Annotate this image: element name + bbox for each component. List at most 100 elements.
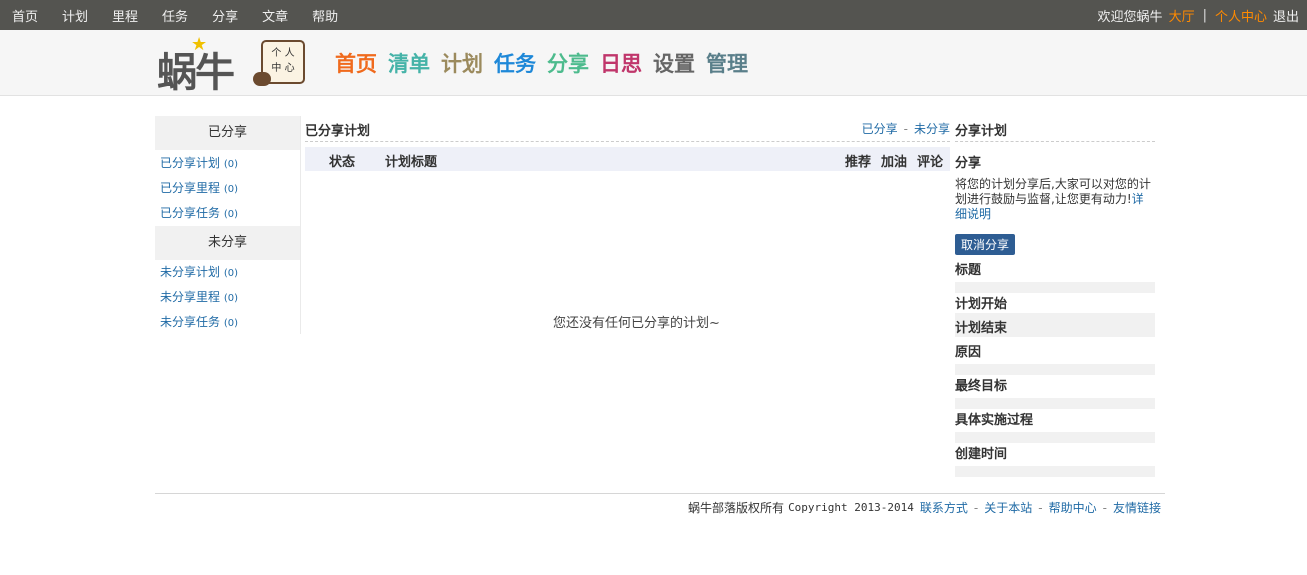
field-label: 计划结束 xyxy=(955,321,1008,336)
filter-unshared-link[interactable]: 未分享 xyxy=(914,122,950,136)
sidebar-item-unshared-plans[interactable]: 未分享计划 (0) xyxy=(155,260,300,285)
share-description: 将您的计划分享后,大家可以对您的计划进行鼓励与监督,让您更有动力!详细说明 xyxy=(955,177,1155,222)
column-status: 状态 xyxy=(329,155,356,170)
share-label: 分享 xyxy=(955,156,982,171)
share-sidebar: 已分享 已分享计划 (0) 已分享里程 (0) 已分享任务 (0) 未分享 未分… xyxy=(155,116,301,334)
top-nav-share[interactable]: 分享 xyxy=(200,6,250,25)
sidebar-item-label: 未分享计划 xyxy=(160,265,221,279)
panel-heading: 分享计划 xyxy=(955,116,1155,142)
shared-plans-panel: 已分享计划 已分享 - 未分享 状态 计划标题 推荐 加油 评论 您还没有任何已分享… xyxy=(305,116,950,338)
field-label: 创建时间 xyxy=(955,447,1008,462)
empty-state-message: 您还没有任何已分享的计划~ xyxy=(553,316,720,331)
filter-links: 已分享 - 未分享 xyxy=(862,120,950,137)
footer-separator: - xyxy=(1102,500,1107,515)
top-nav-task[interactable]: 任务 xyxy=(150,6,200,25)
top-nav-plan[interactable]: 计划 xyxy=(50,6,100,25)
top-nav-help[interactable]: 帮助 xyxy=(300,6,350,25)
footer-link-contact[interactable]: 联系方式 xyxy=(920,499,968,516)
field-value xyxy=(955,432,1155,443)
sidebar-item-label: 已分享里程 xyxy=(160,181,221,195)
field-created-time: 创建时间 xyxy=(955,443,1155,477)
footer-copyright: Copyright 2013-2014 xyxy=(788,501,914,514)
main-nav-list[interactable]: 清单 xyxy=(388,48,430,78)
personal-center-link[interactable]: 个人中心 xyxy=(1215,6,1267,25)
table-header: 状态 计划标题 推荐 加油 评论 xyxy=(305,147,950,171)
sidebar-item-count: (0) xyxy=(223,209,239,220)
field-title: 标题 xyxy=(955,259,1155,293)
sidebar-item-unshared-tasks[interactable]: 未分享任务 (0) xyxy=(155,310,300,335)
column-plan-title: 计划标题 xyxy=(385,155,438,170)
star-icon: ★ xyxy=(191,34,208,55)
main-nav-settings[interactable]: 设置 xyxy=(653,48,695,78)
main-nav-plan[interactable]: 计划 xyxy=(441,48,483,78)
main-nav-share[interactable]: 分享 xyxy=(547,48,589,78)
footer-separator: - xyxy=(1038,500,1043,515)
filter-separator: - xyxy=(903,122,908,136)
field-plan-end: 计划结束 xyxy=(955,313,1155,337)
field-label: 最终目标 xyxy=(955,379,1008,394)
field-label: 具体实施过程 xyxy=(955,413,1034,428)
welcome-text: 欢迎您蜗牛 xyxy=(1097,9,1163,25)
field-label: 原因 xyxy=(955,345,982,360)
footer-divider xyxy=(155,493,1165,494)
snail-icon xyxy=(253,72,271,86)
site-footer: 蜗牛部落版权所有 Copyright 2013-2014 联系方式 - 关于本站… xyxy=(688,499,1161,516)
top-bar: 首页 计划 里程 任务 分享 文章 帮助 欢迎您蜗牛 大厅 | 个人中心 退出 xyxy=(0,0,1307,30)
top-nav-home[interactable]: 首页 xyxy=(0,6,50,25)
field-value xyxy=(955,466,1155,477)
lobby-link[interactable]: 大厅 xyxy=(1169,6,1195,25)
footer-link-help[interactable]: 帮助中心 xyxy=(1049,499,1097,516)
top-nav: 首页 计划 里程 任务 分享 文章 帮助 xyxy=(0,0,350,30)
sidebar-item-count: (0) xyxy=(223,293,239,304)
sidebar-item-shared-plans[interactable]: 已分享计划 (0) xyxy=(155,151,300,176)
sidebar-item-label: 已分享任务 xyxy=(160,206,221,220)
site-logo[interactable]: 蜗牛 ★ 个 人 中 心 xyxy=(157,34,309,96)
field-final-goal: 最终目标 xyxy=(955,375,1155,409)
filter-shared-link[interactable]: 已分享 xyxy=(862,122,898,136)
sidebar-item-label: 已分享计划 xyxy=(160,156,221,170)
main-nav: 首页 清单 计划 任务 分享 日思 设置 管理 xyxy=(335,48,759,78)
field-value xyxy=(955,398,1155,409)
column-recommend: 推荐 xyxy=(845,155,872,170)
share-description-text: 将您的计划分享后,大家可以对您的计划进行鼓励与监督,让您更有动力! xyxy=(955,177,1151,206)
footer-link-about[interactable]: 关于本站 xyxy=(984,499,1032,516)
top-nav-milestone[interactable]: 里程 xyxy=(100,6,150,25)
main-nav-journal[interactable]: 日思 xyxy=(600,48,642,78)
field-implementation: 具体实施过程 xyxy=(955,409,1155,443)
separator: | xyxy=(1202,7,1207,23)
sidebar-item-count: (0) xyxy=(223,159,239,170)
sidebar-item-shared-tasks[interactable]: 已分享任务 (0) xyxy=(155,201,300,226)
field-value xyxy=(955,282,1155,293)
field-plan-start: 计划开始 xyxy=(955,293,1155,312)
column-cheer: 加油 xyxy=(881,155,908,170)
main-nav-task[interactable]: 任务 xyxy=(494,48,536,78)
field-value xyxy=(955,364,1155,375)
sidebar-item-count: (0) xyxy=(223,268,239,279)
share-detail-panel: 分享计划 分享 将您的计划分享后,大家可以对您的计划进行鼓励与监督,让您更有动力… xyxy=(955,116,1155,477)
logout-link[interactable]: 退出 xyxy=(1273,6,1299,25)
field-label: 计划开始 xyxy=(955,297,1008,312)
unshared-section-header: 未分享 xyxy=(155,226,300,260)
footer-link-friends[interactable]: 友情链接 xyxy=(1113,499,1161,516)
page-title: 已分享计划 xyxy=(305,124,371,139)
sidebar-item-label: 未分享里程 xyxy=(160,290,221,304)
main-nav-home[interactable]: 首页 xyxy=(335,48,377,78)
sidebar-item-count: (0) xyxy=(223,318,239,329)
site-header: 蜗牛 ★ 个 人 中 心 首页 清单 计划 任务 分享 日思 设置 管理 xyxy=(0,30,1307,96)
column-comment: 评论 xyxy=(917,155,944,170)
top-nav-article[interactable]: 文章 xyxy=(250,6,300,25)
sidebar-item-label: 未分享任务 xyxy=(160,315,221,329)
sidebar-item-unshared-milestones[interactable]: 未分享里程 (0) xyxy=(155,285,300,310)
logo-card-line1: 个 人 xyxy=(271,48,295,59)
user-menu: 欢迎您蜗牛 大厅 | 个人中心 退出 xyxy=(1098,0,1299,30)
field-label: 标题 xyxy=(955,263,982,278)
panel-title-bar: 已分享计划 已分享 - 未分享 xyxy=(305,116,950,142)
sidebar-item-shared-milestones[interactable]: 已分享里程 (0) xyxy=(155,176,300,201)
shared-section-header: 已分享 xyxy=(155,116,300,150)
field-reason: 原因 xyxy=(955,341,1155,375)
footer-separator: - xyxy=(973,500,979,515)
main-nav-admin[interactable]: 管理 xyxy=(706,48,748,78)
sidebar-item-count: (0) xyxy=(223,184,239,195)
cancel-share-button[interactable]: 取消分享 xyxy=(955,234,1016,255)
footer-owner: 蜗牛部落版权所有 xyxy=(688,501,785,515)
